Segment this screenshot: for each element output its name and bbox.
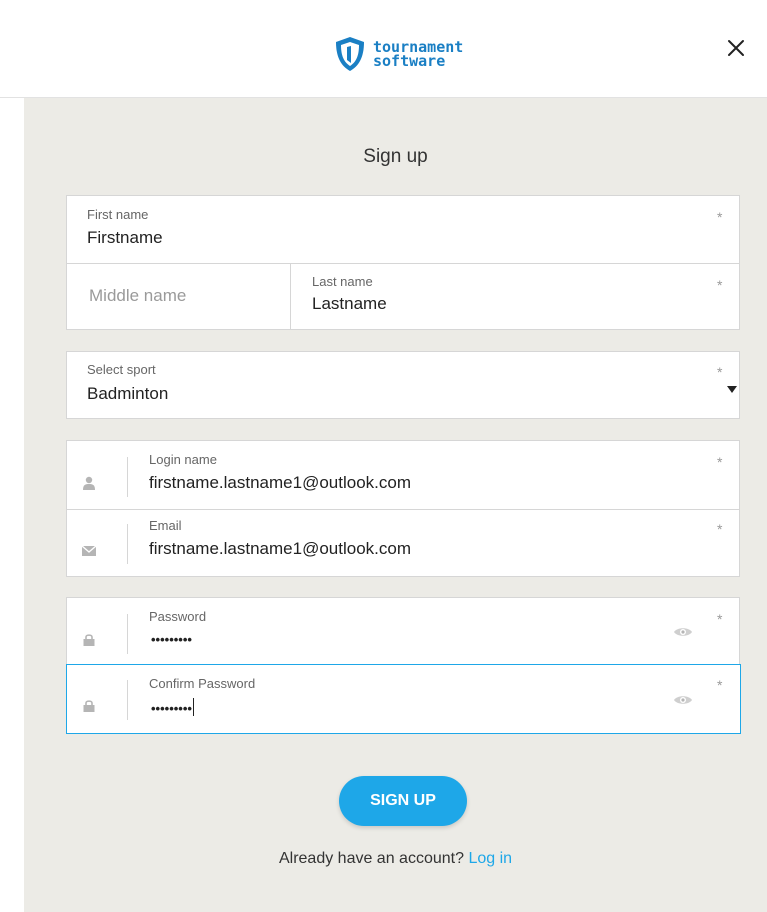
login-name-value: firstname.lastname1@outlook.com (149, 473, 411, 492)
log-in-link[interactable]: Log in (468, 850, 512, 867)
text-cursor (192, 698, 194, 716)
divider (127, 457, 128, 497)
required-mark: * (717, 677, 723, 693)
email-value: firstname.lastname1@outlook.com (149, 539, 411, 558)
password-masked-value: ••••••••• (151, 632, 192, 647)
account-group: Login name firstname.lastname1@outlook.c… (66, 440, 740, 577)
brand-line-2: software (373, 52, 446, 70)
shield-logo-icon (336, 37, 364, 71)
brand-logo: tournament software (333, 34, 463, 74)
login-name-label: Login name (149, 452, 217, 467)
first-name-value: Firstname (87, 228, 163, 247)
user-icon (79, 473, 99, 493)
email-field[interactable]: Email firstname.lastname1@outlook.com * (67, 510, 739, 576)
sport-label: Select sport (87, 362, 156, 377)
middle-name-field[interactable]: Middle name (67, 264, 290, 329)
required-mark: * (717, 454, 723, 470)
last-name-field[interactable]: Last name Lastname * (291, 264, 739, 329)
close-button[interactable] (722, 34, 750, 62)
sport-value: Badminton (87, 384, 169, 403)
last-name-label: Last name (312, 274, 373, 289)
modal-header: tournament software (0, 0, 767, 98)
last-name-value: Lastname (312, 294, 387, 313)
required-mark: * (717, 364, 723, 380)
lock-icon (79, 695, 99, 715)
envelope-icon (79, 541, 99, 561)
middle-name-placeholder: Middle name (89, 286, 187, 305)
required-mark: * (717, 209, 723, 225)
first-name-field[interactable]: First name Firstname * (67, 196, 739, 263)
caret-down-icon (727, 386, 737, 393)
login-prompt: Already have an account? Log in (24, 850, 767, 868)
eye-icon[interactable] (673, 625, 693, 639)
login-name-field[interactable]: Login name firstname.lastname1@outlook.c… (67, 441, 739, 509)
password-label: Password (149, 609, 207, 624)
divider (127, 524, 128, 564)
sign-up-button[interactable]: SIGN UP (339, 776, 467, 826)
login-prompt-text: Already have an account? (278, 850, 464, 867)
lock-icon (79, 629, 99, 649)
divider (127, 614, 128, 654)
email-label: Email (149, 518, 182, 533)
confirm-password-field[interactable]: Confirm Password ••••••••• * (66, 664, 741, 734)
first-name-label: First name (87, 207, 149, 222)
required-mark: * (717, 521, 723, 537)
required-mark: * (717, 277, 723, 293)
close-icon (728, 40, 744, 56)
password-field[interactable]: Password ••••••••• * (67, 598, 739, 665)
sport-select[interactable]: Select sport Badminton * (66, 351, 740, 419)
confirm-password-label: Confirm Password (149, 676, 256, 691)
name-group: First name Firstname * Middle name Last … (66, 195, 740, 330)
eye-icon[interactable] (673, 693, 693, 707)
divider (127, 680, 128, 720)
required-mark: * (717, 611, 723, 627)
form-title: Sign up (363, 146, 428, 167)
confirm-password-masked-value: ••••••••• (151, 701, 192, 716)
